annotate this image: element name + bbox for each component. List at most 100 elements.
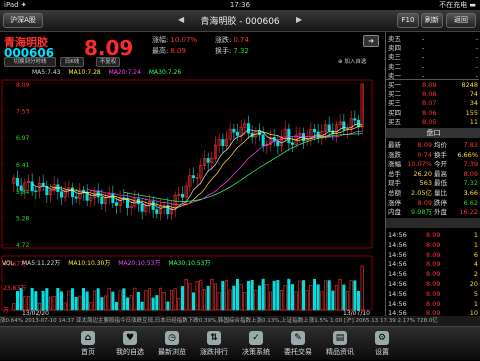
candle-body: [59, 191, 64, 198]
ob-price: 8.05: [422, 117, 437, 126]
volume-bar: [45, 288, 49, 311]
trade-row: 14:56 8.09 20: [388, 279, 480, 289]
share-icon[interactable]: ➜: [363, 35, 379, 47]
volume-bar: [202, 289, 207, 311]
stat-value: 563: [419, 179, 432, 188]
volume-bar: [279, 290, 284, 311]
volume-bar: [136, 291, 141, 311]
nav-icon: ⇅: [207, 331, 221, 345]
volume-bar: [92, 290, 97, 311]
stat-label: 总手: [388, 169, 401, 178]
stat-label: 跌停: [434, 198, 447, 207]
stat-label: 量比: [434, 189, 447, 197]
order-panel: 卖五 - - 卖四 - - 卖三 - - 卖二 - - 卖一 - - 买一 8.09 8248 买二 8.08 74 买三…: [385, 32, 480, 357]
volume-bar: [81, 287, 86, 311]
volume-bar: [327, 280, 331, 311]
volume-bar: [305, 290, 309, 311]
volume-bar: [320, 291, 324, 311]
volume-bar: [12, 303, 16, 311]
panel-title: 盘口: [386, 128, 480, 138]
volume-bar: [41, 290, 45, 311]
volume-bar: [169, 290, 174, 311]
volume-bar: [74, 296, 78, 311]
nav-icon: ▤: [333, 331, 347, 345]
volume-bar: [63, 302, 67, 311]
stat-label: 换手: [434, 150, 447, 159]
info-turnover: 换手: 7.32: [215, 47, 249, 55]
nav-item[interactable]: ◷ 最新浏览: [152, 327, 192, 361]
nav-item[interactable]: ✓ 决策系统: [236, 327, 276, 361]
volume-bar: [144, 290, 148, 311]
nav-label: 我的自选: [116, 348, 144, 356]
volume-bar: [290, 284, 295, 311]
candle-body: [290, 142, 295, 145]
trade-time: 14:56: [388, 289, 407, 298]
stat-item: 外盘 16.22: [434, 207, 480, 217]
volume-bar: [316, 284, 320, 311]
stat-item: 涨停 8.09: [388, 198, 434, 208]
nav-label: 设置: [375, 348, 389, 356]
next-stock-icon[interactable]: ▶: [296, 15, 302, 24]
volume-bar: [70, 288, 75, 311]
news-ticker[interactable]: 涨0.64% 2013-07-10 14:37 亚太周边主要股指今日涨跌互现,日…: [0, 316, 480, 326]
volume-bar: [140, 301, 144, 311]
volume-bar: [353, 280, 357, 311]
volume-bar: [59, 291, 64, 311]
trade-volume: 1: [473, 240, 478, 249]
candle-body: [276, 141, 280, 147]
volume-bar: [166, 301, 170, 311]
status-time: 17:36: [229, 1, 251, 9]
trade-time: 14:56: [388, 299, 407, 308]
trade-price: 8.09: [426, 270, 441, 279]
kline-chart[interactable]: 8.097.536.976.415.845.284.7247.67万23.83万…: [0, 66, 385, 316]
candle-body: [287, 128, 291, 143]
y-tick-label: 5.28: [16, 215, 30, 222]
nav-item[interactable]: ▤ 精品资讯: [320, 327, 360, 361]
volume-bar: [78, 295, 82, 311]
volume-bar: [177, 297, 181, 311]
stat-label: 现手: [388, 179, 401, 188]
nav-icon: ◷: [165, 331, 179, 345]
vol-ma5: MA5:11.22万: [22, 260, 61, 267]
ob-volume: 11: [469, 117, 478, 126]
volume-bar: [257, 285, 262, 311]
candle-body: [151, 201, 155, 210]
nav-item[interactable]: ♥ 我的自选: [110, 327, 150, 361]
nav-label: 涨跌排行: [200, 348, 228, 356]
y-tick-label: 6.41: [16, 162, 30, 169]
trade-time: 14:56: [388, 231, 407, 239]
nav-label: 委托交易: [284, 348, 312, 356]
candle-body: [206, 158, 210, 163]
candle-body: [191, 175, 196, 179]
trade-price: 8.09: [426, 240, 441, 249]
trade-price: 8.09: [426, 289, 441, 298]
volume-bar: [298, 280, 302, 311]
candle-body: [140, 203, 144, 212]
vol-tick-label: 万: [3, 307, 9, 314]
stat-value: 6.66%: [457, 150, 478, 159]
refresh-button[interactable]: 刷新: [421, 13, 443, 28]
stat-value: 9.98万: [411, 208, 432, 217]
vol-tick-label: 23.83万: [3, 285, 26, 292]
stock-info: 青海明胶 000606 8.09 涨幅: 10.07% 最高: 8.09 涨跌: 0.…: [0, 32, 385, 65]
trade-volume: 1: [473, 231, 478, 239]
nav-item[interactable]: ⇅ 涨跌排行: [194, 327, 234, 361]
candle-body: [34, 190, 38, 192]
vol-ma30: MA30:10.53万: [168, 260, 211, 267]
stat-value: 6.62: [463, 198, 478, 207]
trade-volume: 4: [473, 260, 478, 269]
volume-bar: [232, 285, 236, 311]
nav-label: 最新浏览: [158, 348, 186, 356]
nav-item[interactable]: ⚙ 设置: [362, 327, 402, 361]
back-button[interactable]: 返回: [446, 13, 476, 28]
nav-item[interactable]: ⌂ 首页: [68, 327, 108, 361]
volume-bar: [188, 283, 192, 311]
nav-item[interactable]: ✎ 委托交易: [278, 327, 318, 361]
candle-body: [30, 181, 34, 192]
stat-item: 最新 8.09: [388, 140, 434, 150]
volume-bar: [345, 290, 350, 311]
volume-bar: [323, 280, 328, 311]
f10-button[interactable]: F10: [397, 13, 419, 28]
add-favorite[interactable]: ⊕ 加入自选: [338, 57, 366, 65]
volume-bar: [342, 284, 346, 311]
